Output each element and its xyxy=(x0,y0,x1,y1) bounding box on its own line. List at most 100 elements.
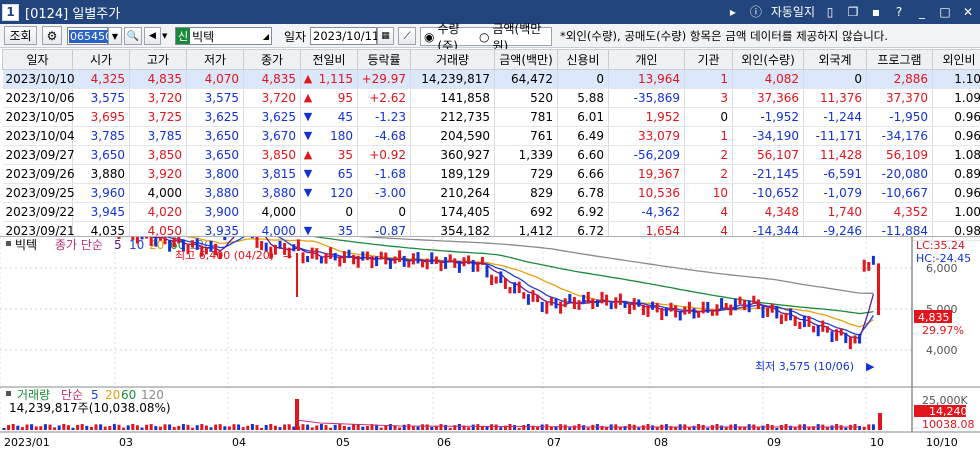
column-header[interactable]: 고가 xyxy=(130,50,187,70)
candle xyxy=(361,251,364,260)
window-split-icon[interactable]: ▯ xyxy=(822,4,838,20)
code-dropdown-icon[interactable]: ▼ xyxy=(108,27,122,45)
candle xyxy=(173,237,176,247)
table-row[interactable]: 2023/09/223,9454,0203,9004,00000174,4056… xyxy=(3,203,980,222)
table-cell: 3,695 xyxy=(73,108,130,127)
x-axis-label: 05 xyxy=(336,436,350,449)
candle xyxy=(118,237,121,239)
close-icon[interactable]: ✕ xyxy=(960,4,976,20)
minimize-icon[interactable]: _ xyxy=(914,4,930,20)
volume-legend-name: 거래량 xyxy=(17,388,50,402)
chart-toggle-icon[interactable]: ⟋ xyxy=(398,27,416,45)
link-icon[interactable]: ▸ xyxy=(725,4,741,20)
candle xyxy=(785,313,788,321)
table-cell: 2023/09/26 xyxy=(3,165,73,184)
table-row[interactable]: 2023/10/063,5753,7203,5753,720▲95+2.6214… xyxy=(3,89,980,108)
column-header[interactable]: 프로그램 xyxy=(867,50,933,70)
volume-bar xyxy=(256,425,259,430)
column-header[interactable]: 거래량 xyxy=(411,50,495,70)
gear-icon[interactable]: ⚙ xyxy=(42,26,62,45)
candle xyxy=(628,303,631,314)
price-volume-chart[interactable]: 빅텍종가 단순5102060120최고 6,400 (04/20)→최저 3,5… xyxy=(0,237,980,452)
table-row[interactable]: 2023/10/104,3254,8354,0704,835▲1,115+29.… xyxy=(3,70,980,89)
auto-journal-button[interactable]: 자동일지 xyxy=(771,3,815,20)
title-bar: 1 [0124] 일별주가 ▸ ⓘ 자동일지 ▯ ❐ ▪ ? _ □ ✕ xyxy=(0,0,980,24)
volume-bar xyxy=(725,427,728,430)
search-icon[interactable]: 🔍 xyxy=(124,27,142,45)
volume-bar xyxy=(426,424,429,430)
candle xyxy=(380,252,383,260)
low-annotation: 최저 3,575 (10/06) xyxy=(755,360,854,373)
price-chart-panel[interactable]: 빅텍종가 단순5102060120최고 6,400 (04/20)→최저 3,5… xyxy=(0,236,980,451)
volume-bar xyxy=(329,428,332,430)
column-header[interactable]: 전일비 xyxy=(301,50,358,70)
table-cell: +2.62 xyxy=(358,89,411,108)
table-cell: 0.96 xyxy=(933,108,980,127)
candle xyxy=(320,257,323,264)
table-cell: 33,079 xyxy=(609,127,685,146)
volume-bar xyxy=(283,424,286,430)
column-header[interactable]: 일자 xyxy=(3,50,73,70)
stock-code-input[interactable]: 065450 xyxy=(67,27,108,45)
column-header[interactable]: 외인(수량) xyxy=(733,50,804,70)
candle xyxy=(476,262,479,272)
table-row[interactable]: 2023/10/053,6953,7253,6253,625▼45-1.2321… xyxy=(3,108,980,127)
table-cell: 13,964 xyxy=(609,70,685,89)
column-header[interactable]: 종가 xyxy=(244,50,301,70)
candle xyxy=(693,308,696,318)
volume-bar xyxy=(187,425,190,430)
table-cell: 4,835 xyxy=(244,70,301,89)
column-header[interactable]: 외국계 xyxy=(804,50,867,70)
table-row[interactable]: 2023/09/253,9604,0003,8803,880▼120-3.002… xyxy=(3,184,980,203)
candle xyxy=(490,275,493,285)
table-cell: 3,880 xyxy=(187,184,244,203)
sound-icon[interactable]: ◀ xyxy=(144,27,161,45)
info-icon[interactable]: ⓘ xyxy=(748,4,764,20)
volume-bar xyxy=(67,425,70,430)
volume-bar xyxy=(214,425,217,430)
volume-legend-ma: 20 xyxy=(105,388,120,402)
volume-bar xyxy=(173,427,176,430)
candle xyxy=(748,300,751,312)
table-row[interactable]: 2023/09/263,8803,9203,8003,815▼65-1.6818… xyxy=(3,165,980,184)
table-row[interactable]: 2023/09/273,6503,8503,6503,850▲35+0.9236… xyxy=(3,146,980,165)
help-icon[interactable]: ? xyxy=(891,4,907,20)
candle xyxy=(394,256,397,263)
amount-radio[interactable]: ○ xyxy=(479,30,489,44)
column-header[interactable]: 금액(백만) xyxy=(495,50,558,70)
candle xyxy=(444,257,447,269)
volume-bar xyxy=(62,424,65,430)
column-header[interactable]: 등락률 xyxy=(358,50,411,70)
search-button[interactable]: 조회 xyxy=(4,26,37,45)
volume-radio[interactable]: ◉ xyxy=(424,30,434,44)
stock-name-field[interactable]: 신 빅텍 ◢ xyxy=(175,27,272,45)
column-header[interactable]: 시가 xyxy=(73,50,130,70)
column-header[interactable]: 개인 xyxy=(609,50,685,70)
candle xyxy=(757,300,760,310)
volume-bar xyxy=(295,399,299,430)
table-row[interactable]: 2023/10/043,7853,7853,6503,670▼180-4.682… xyxy=(3,127,980,146)
column-header[interactable]: 외인비 xyxy=(933,50,980,70)
table-cell: 3,625 xyxy=(187,108,244,127)
calendar-icon[interactable]: ▦ xyxy=(377,27,394,45)
column-header[interactable]: 기관 xyxy=(685,50,733,70)
table-cell: 0 xyxy=(301,203,358,222)
volume-bar xyxy=(844,428,847,430)
table-cell: -1,950 xyxy=(867,108,933,127)
pin-icon[interactable]: ▪ xyxy=(868,4,884,20)
candle xyxy=(651,302,654,310)
maximize-icon[interactable]: □ xyxy=(937,4,953,20)
column-header[interactable]: 저가 xyxy=(187,50,244,70)
window-copy-icon[interactable]: ❐ xyxy=(845,4,861,20)
candle xyxy=(752,296,755,304)
volume-bar xyxy=(3,428,6,430)
table-cell: -34,176 xyxy=(867,127,933,146)
price-legend-name: 빅텍 xyxy=(15,238,37,252)
notice-text: *외인(수량), 공매도(수량) 항목은 금액 데이터를 제공하지 않습니다. xyxy=(560,28,888,44)
volume-legend-ma: 60 xyxy=(121,388,136,402)
sound-dropdown-icon[interactable]: ▼ xyxy=(162,27,172,45)
table-cell: 3,725 xyxy=(130,108,187,127)
volume-legend-ma-label: 단순 xyxy=(61,388,83,402)
date-input[interactable]: 2023/10/11 xyxy=(310,27,377,45)
column-header[interactable]: 신용비 xyxy=(558,50,609,70)
